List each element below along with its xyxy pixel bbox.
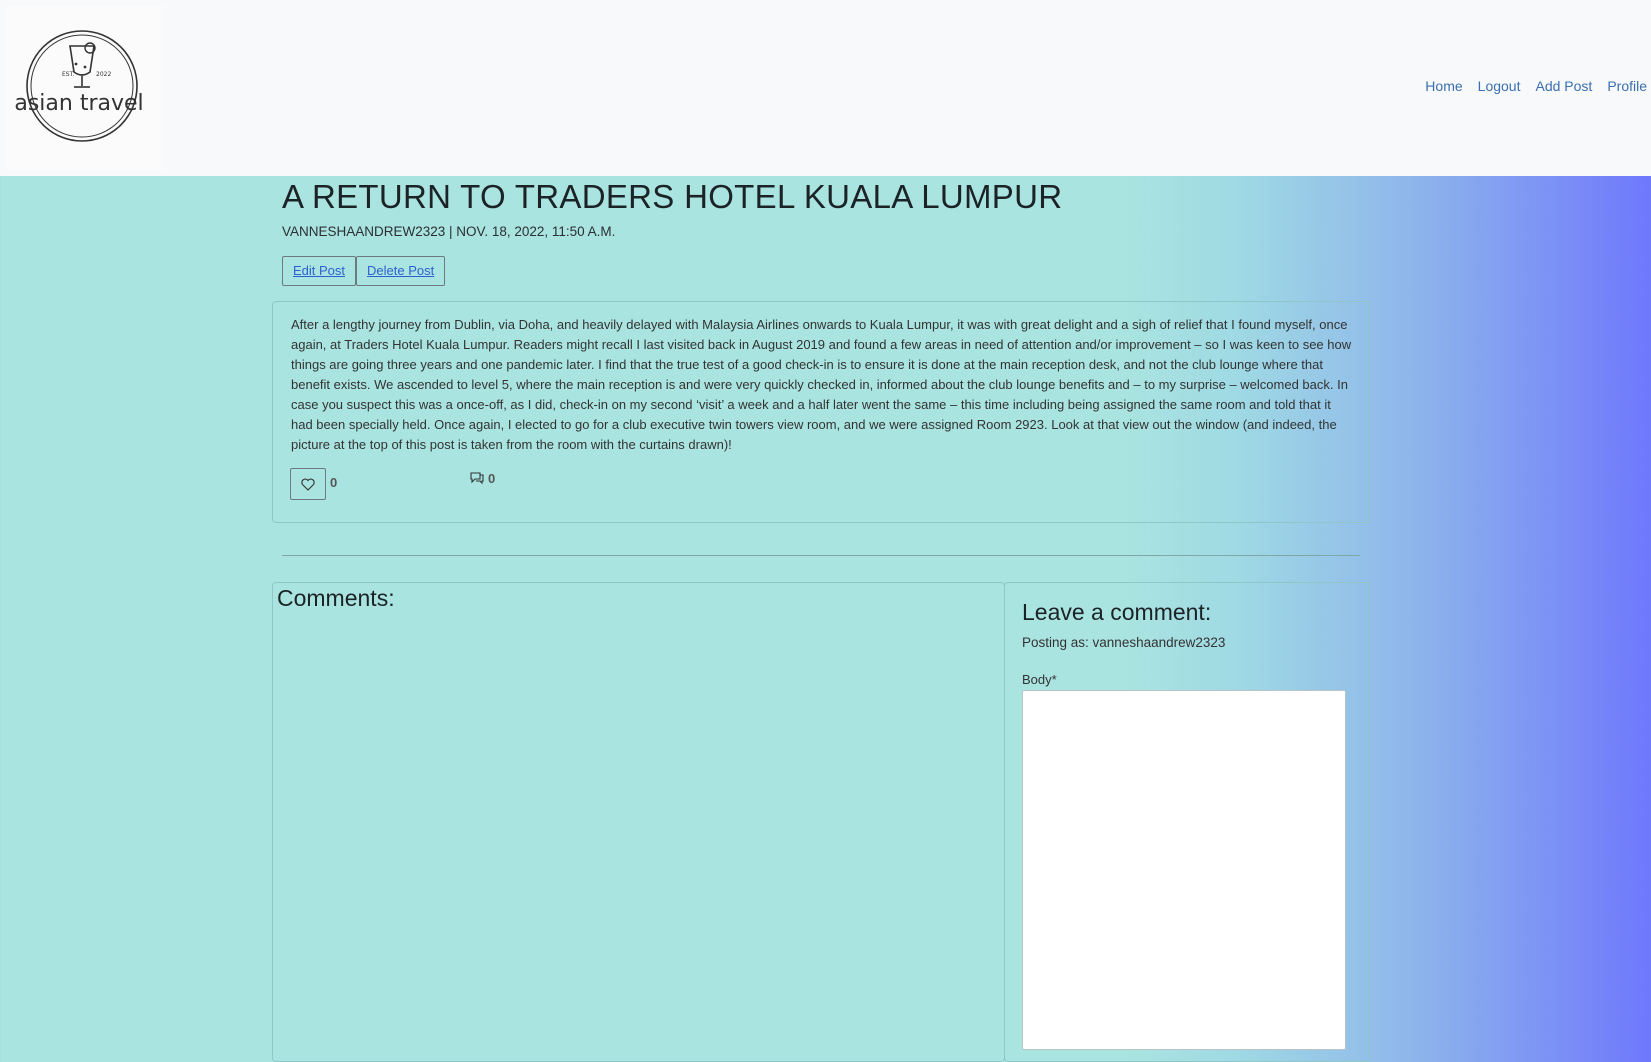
navbar: EST. 2022 asian travel Home Logout Add P…: [0, 0, 1651, 176]
chat-icon: [470, 472, 484, 485]
post-title: A RETURN TO TRADERS HOTEL KUALA LUMPUR: [282, 178, 1063, 215]
logo-est-right: 2022: [96, 71, 111, 78]
logo-text: asian travel: [14, 91, 143, 116]
nav-profile-link[interactable]: Profile: [1607, 78, 1647, 94]
nav-logout-link[interactable]: Logout: [1478, 78, 1521, 94]
like-count: 0: [330, 475, 338, 490]
comment-body-field[interactable]: [1022, 690, 1346, 1050]
section-divider: [282, 555, 1360, 556]
delete-post-button[interactable]: Delete Post: [356, 256, 446, 286]
logo-est-left: EST.: [62, 71, 75, 78]
comments-panel: Comments:: [272, 582, 1005, 1062]
leave-comment-heading: Leave a comment:: [1022, 599, 1212, 625]
leave-comment-panel: Leave a comment: Posting as: vanneshaand…: [1004, 582, 1370, 1062]
edit-post-button[interactable]: Edit Post: [282, 256, 357, 286]
nav-home-link[interactable]: Home: [1425, 78, 1462, 94]
comments-heading: Comments:: [277, 585, 395, 611]
post-body: After a lengthy journey from Dublin, via…: [291, 317, 1352, 452]
post-meta: VANNESHAANDREW2323 | NOV. 18, 2022, 11:5…: [282, 224, 616, 239]
comment-count: 0: [488, 471, 496, 486]
nav-add-post-link[interactable]: Add Post: [1535, 78, 1592, 94]
site-logo[interactable]: EST. 2022 asian travel: [6, 6, 164, 170]
logo-emblem-icon: EST. 2022 asian travel: [14, 30, 144, 142]
heart-icon: [301, 478, 315, 491]
posting-as: Posting as: vanneshaandrew2323: [1022, 635, 1226, 650]
like-button[interactable]: [290, 468, 326, 500]
post-card: After a lengthy journey from Dublin, via…: [272, 301, 1370, 523]
nav-links: Home Logout Add Post Profile: [1425, 78, 1647, 94]
body-label: Body*: [1022, 672, 1057, 687]
post-actions: Edit Post Delete Post: [282, 256, 446, 286]
